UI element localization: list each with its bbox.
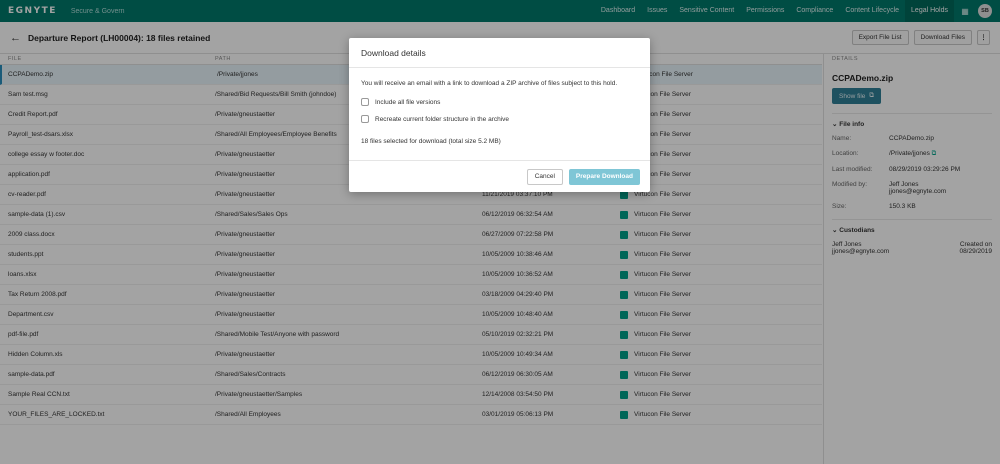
selection-summary: 18 files selected for download (total si… [361,138,501,145]
dialog-title: Download details [349,38,650,68]
include-versions-checkbox[interactable] [361,98,369,106]
recreate-folders-label: Recreate current folder structure in the… [375,115,510,123]
dialog-body: You will receive an email with a link to… [349,68,650,145]
dialog-message: You will receive an email with a link to… [361,80,618,87]
dialog-footer: Cancel Prepare Download [349,160,650,192]
prepare-download-button[interactable]: Prepare Download [568,168,640,185]
recreate-folders-checkbox[interactable] [361,115,369,123]
download-details-dialog: Download details You will receive an ema… [349,38,650,192]
cancel-button[interactable]: Cancel [526,168,563,185]
include-versions-option[interactable]: Include all file versions [361,98,638,106]
include-versions-label: Include all file versions [375,98,441,106]
recreate-folders-option[interactable]: Recreate current folder structure in the… [361,115,638,123]
